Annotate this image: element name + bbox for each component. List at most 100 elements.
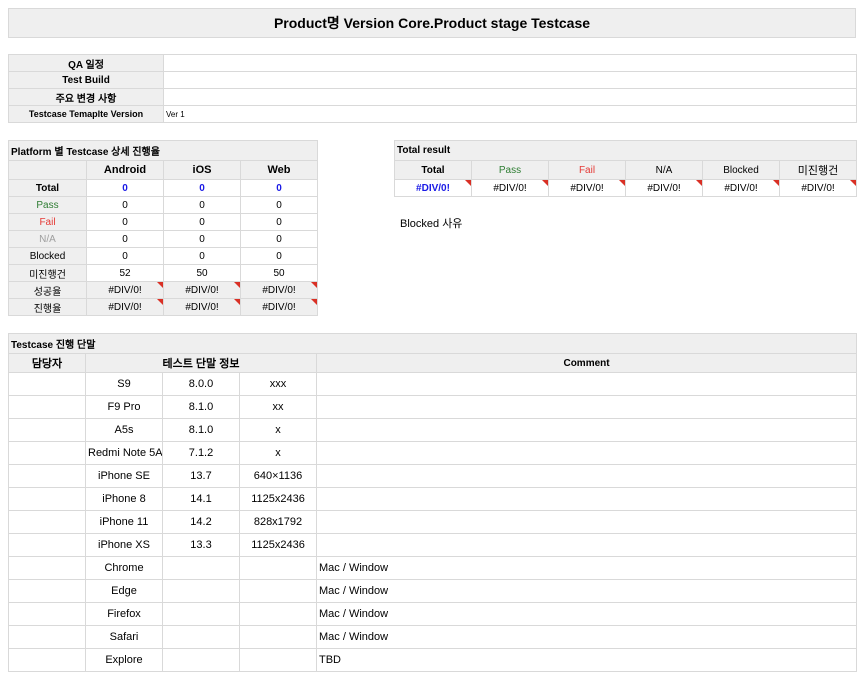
comment-cell[interactable]	[315, 510, 858, 534]
value-cell[interactable]: #DIV/0!	[86, 298, 164, 316]
device-res-cell[interactable]	[239, 602, 317, 626]
value-cell[interactable]: #DIV/0!	[702, 179, 780, 197]
device-name-cell[interactable]: S9	[85, 372, 163, 396]
device-name-cell[interactable]: iPhone SE	[85, 464, 163, 488]
owner-cell[interactable]	[8, 395, 86, 419]
device-res-cell[interactable]: 1125x2436	[239, 533, 317, 557]
device-os-cell[interactable]: 13.7	[162, 464, 240, 488]
device-name-cell[interactable]: Explore	[85, 648, 163, 672]
device-os-cell[interactable]	[162, 648, 240, 672]
device-os-cell[interactable]	[162, 602, 240, 626]
device-res-cell[interactable]: x	[239, 418, 317, 442]
value-cell[interactable]: 0	[86, 179, 164, 197]
comment-cell[interactable]: Mac / Window	[315, 625, 858, 649]
owner-cell[interactable]	[8, 418, 86, 442]
value-cell[interactable]: 50	[163, 264, 241, 282]
device-name-cell[interactable]: iPhone 8	[85, 487, 163, 511]
device-res-cell[interactable]: xx	[239, 395, 317, 419]
device-os-cell[interactable]	[162, 625, 240, 649]
owner-cell[interactable]	[8, 372, 86, 396]
device-os-cell[interactable]: 13.3	[162, 533, 240, 557]
owner-cell[interactable]	[8, 625, 86, 649]
value-cell[interactable]: 0	[239, 179, 319, 197]
device-os-cell[interactable]: 8.1.0	[162, 395, 240, 419]
device-res-cell[interactable]	[239, 556, 317, 580]
owner-cell[interactable]	[8, 510, 86, 534]
comment-cell[interactable]: Mac / Window	[315, 579, 858, 603]
device-name-cell[interactable]: A5s	[85, 418, 163, 442]
value-cell[interactable]: 0	[163, 213, 241, 231]
comment-cell[interactable]: Mac / Window	[315, 602, 858, 626]
device-name-cell[interactable]: Firefox	[85, 602, 163, 626]
value-cell[interactable]: 0	[86, 230, 164, 248]
value-cell[interactable]: #DIV/0!	[778, 179, 858, 197]
device-res-cell[interactable]	[239, 579, 317, 603]
value-cell[interactable]: #DIV/0!	[86, 281, 164, 299]
value-cell[interactable]: 0	[163, 179, 241, 197]
device-name-cell[interactable]: iPhone 11	[85, 510, 163, 534]
device-os-cell[interactable]: 8.1.0	[162, 418, 240, 442]
value-cell[interactable]: 52	[86, 264, 164, 282]
comment-cell[interactable]	[315, 372, 858, 396]
value-cell[interactable]: #DIV/0!	[548, 179, 626, 197]
device-os-cell[interactable]: 8.0.0	[162, 372, 240, 396]
device-res-cell[interactable]: 1125x2436	[239, 487, 317, 511]
device-os-cell[interactable]: 7.1.2	[162, 441, 240, 465]
device-name-cell[interactable]: Redmi Note 5A	[85, 441, 163, 465]
device-name-cell[interactable]: F9 Pro	[85, 395, 163, 419]
value-cell[interactable]: 0	[163, 230, 241, 248]
owner-cell[interactable]	[8, 533, 86, 557]
device-os-cell[interactable]	[162, 579, 240, 603]
owner-cell[interactable]	[8, 556, 86, 580]
comment-cell[interactable]	[315, 533, 858, 557]
comment-cell[interactable]: Mac / Window	[315, 556, 858, 580]
owner-cell[interactable]	[8, 441, 86, 465]
device-name-cell[interactable]: Chrome	[85, 556, 163, 580]
value-cell[interactable]: 0	[86, 213, 164, 231]
value-cell[interactable]: 0	[239, 196, 319, 214]
info-value-cell[interactable]	[163, 88, 857, 106]
device-os-cell[interactable]	[162, 556, 240, 580]
comment-cell[interactable]	[315, 395, 858, 419]
device-name-cell[interactable]: Edge	[85, 579, 163, 603]
owner-cell[interactable]	[8, 648, 86, 672]
value-cell[interactable]: #DIV/0!	[625, 179, 703, 197]
value-cell[interactable]: 0	[239, 213, 319, 231]
value-cell[interactable]: #DIV/0!	[163, 298, 241, 316]
owner-cell[interactable]	[8, 602, 86, 626]
value-cell[interactable]: #DIV/0!	[394, 179, 472, 197]
owner-cell[interactable]	[8, 487, 86, 511]
device-res-cell[interactable]	[239, 648, 317, 672]
comment-cell[interactable]	[315, 441, 858, 465]
device-res-cell[interactable]: x	[239, 441, 317, 465]
value-cell[interactable]: 0	[86, 247, 164, 265]
value-cell[interactable]: 50	[239, 264, 319, 282]
device-os-cell[interactable]: 14.2	[162, 510, 240, 534]
comment-cell[interactable]	[315, 487, 858, 511]
device-os-cell[interactable]: 14.1	[162, 487, 240, 511]
comment-cell[interactable]	[315, 418, 858, 442]
table-row: iPhone XS 13.3 1125x2436	[8, 533, 858, 557]
value-cell[interactable]: #DIV/0!	[239, 281, 319, 299]
device-name-cell[interactable]: Safari	[85, 625, 163, 649]
device-res-cell[interactable]: 640×1136	[239, 464, 317, 488]
value-cell[interactable]: 0	[239, 230, 319, 248]
value-cell[interactable]: #DIV/0!	[239, 298, 319, 316]
device-name-cell[interactable]: iPhone XS	[85, 533, 163, 557]
value-cell[interactable]: 0	[239, 247, 319, 265]
value-cell[interactable]: 0	[163, 247, 241, 265]
value-cell[interactable]: #DIV/0!	[163, 281, 241, 299]
device-res-cell[interactable]: 828x1792	[239, 510, 317, 534]
owner-cell[interactable]	[8, 579, 86, 603]
device-res-cell[interactable]: xxx	[239, 372, 317, 396]
info-value-cell[interactable]	[163, 54, 857, 72]
comment-cell[interactable]	[315, 464, 858, 488]
value-cell[interactable]: 0	[86, 196, 164, 214]
comment-cell[interactable]: TBD	[315, 648, 858, 672]
value-cell[interactable]: #DIV/0!	[471, 179, 549, 197]
value-cell[interactable]: 0	[163, 196, 241, 214]
device-res-cell[interactable]	[239, 625, 317, 649]
owner-cell[interactable]	[8, 464, 86, 488]
info-value-cell[interactable]: Ver 1	[163, 105, 857, 123]
info-value-cell[interactable]	[163, 71, 857, 89]
